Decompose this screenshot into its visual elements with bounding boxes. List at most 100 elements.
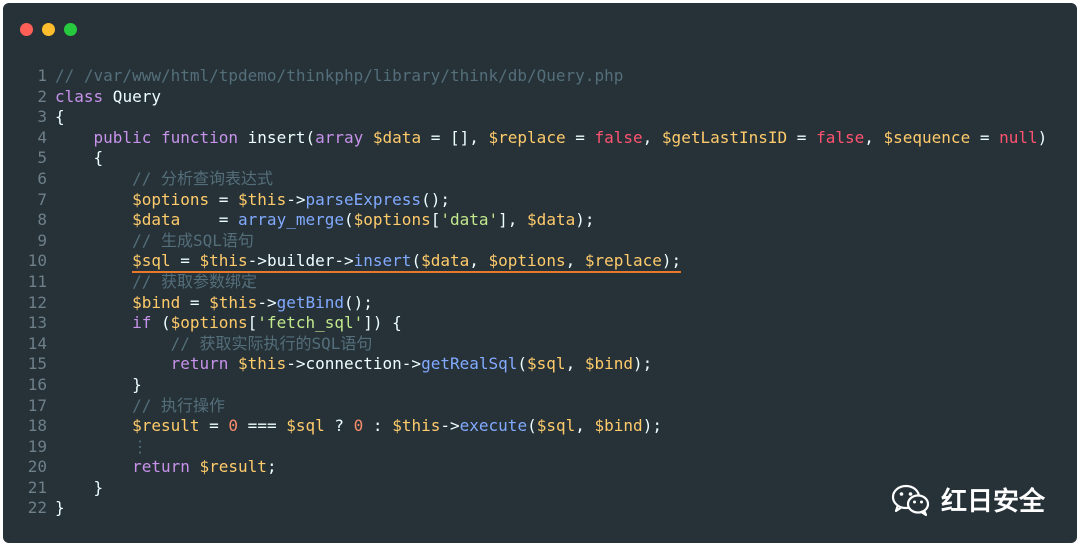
- wechat-icon: [891, 484, 930, 516]
- line-number: 2: [37, 86, 47, 106]
- line-source: }: [55, 477, 104, 499]
- code-token: ,: [642, 127, 662, 147]
- line-number: 10: [27, 251, 47, 271]
- code-token: =: [180, 292, 210, 312]
- code-token: builder: [266, 251, 335, 271]
- code-token: if: [132, 313, 152, 333]
- code-token: ]) {: [363, 313, 402, 333]
- line-number: 17: [27, 395, 47, 415]
- code-token: $sql: [286, 416, 325, 436]
- code-token: }: [55, 498, 65, 518]
- code-token: false: [594, 127, 643, 147]
- code-token: getRealSql: [421, 354, 518, 374]
- code-token: $data: [421, 251, 470, 271]
- code-token: array_merge: [238, 210, 344, 230]
- code-token: }: [55, 477, 104, 497]
- minimize-dot-icon[interactable]: [42, 23, 55, 36]
- watermark: 红日安全: [891, 481, 1045, 518]
- code-token: false: [816, 127, 865, 147]
- line-number: 6: [37, 168, 47, 188]
- code-line: 3{: [3, 107, 1077, 128]
- line-number: 11: [27, 271, 47, 291]
- code-token: // 生成SQL语句: [132, 230, 254, 250]
- code-token: ===: [238, 416, 287, 436]
- code-token: return: [170, 354, 229, 374]
- code-token: $this: [392, 416, 441, 436]
- line-source: return $result;: [55, 457, 277, 478]
- code-line: 19 ⋮: [3, 437, 1077, 458]
- code-token: ->: [286, 354, 306, 374]
- line-source: // /var/www/html/tpdemo/thinkphp/library…: [55, 66, 623, 87]
- code-token: (: [344, 210, 354, 230]
- code-token: );: [642, 416, 662, 436]
- line-number: 20: [27, 457, 47, 477]
- code-token: $bind: [594, 416, 643, 436]
- window-controls: [20, 23, 77, 36]
- code-token: $sql: [527, 354, 566, 374]
- code-token: $getLastInsID: [661, 127, 788, 147]
- code-token: // 获取实际执行的SQL语句: [170, 333, 373, 353]
- close-dot-icon[interactable]: [20, 23, 33, 36]
- line-number: 22: [27, 498, 47, 518]
- code-token: $options: [170, 313, 248, 333]
- code-window: 1 // /var/www/html/tpdemo/thinkphp/librar…: [3, 3, 1077, 543]
- line-number: 21: [27, 477, 47, 497]
- code-token: =: [199, 416, 229, 436]
- code-token: $this: [199, 251, 248, 271]
- code-token: function: [160, 127, 239, 147]
- code-line: 13 if ($options['fetch_sql']) {: [3, 313, 1077, 334]
- code-token: array: [315, 127, 364, 147]
- code-token: ,: [864, 127, 884, 147]
- code-token: $bind: [132, 292, 181, 312]
- code-line: 16 }: [3, 375, 1077, 396]
- code-token: // /var/www/html/tpdemo/thinkphp/library…: [55, 66, 624, 85]
- line-source: class Query: [55, 87, 161, 108]
- code-token: 0: [353, 416, 364, 436]
- code-token: =: [170, 251, 200, 271]
- code-token: Query: [103, 86, 161, 106]
- code-token: // 获取参数绑定: [132, 271, 257, 291]
- zoom-dot-icon[interactable]: [64, 23, 77, 36]
- code-token: $sql: [536, 416, 576, 436]
- code-token: $replace: [584, 251, 662, 271]
- code-token: ->: [401, 354, 422, 374]
- code-token: $result: [199, 457, 267, 477]
- code-line: 15 return $this->connection->getRealSql(…: [3, 354, 1077, 375]
- line-source: ⋮: [55, 437, 148, 458]
- code-token: 0: [228, 416, 239, 436]
- code-token: 'fetch_sql': [257, 313, 364, 333]
- code-token: class: [55, 86, 104, 106]
- line-source: public function insert(array $data = [],…: [55, 127, 1048, 149]
- code-token: $data: [132, 210, 181, 230]
- line-number: 13: [27, 313, 47, 333]
- code-token: connection: [305, 354, 402, 374]
- code-line: 14 // 获取实际执行的SQL语句: [3, 334, 1077, 355]
- code-line: 7 $options = $this->parseExpress();: [3, 190, 1077, 211]
- code-token: $result: [132, 416, 200, 436]
- code-token: ,: [575, 416, 595, 436]
- code-line: 10 $sql = $this->builder->insert($data, …: [3, 251, 1077, 274]
- code-line: 20 return $result;: [3, 457, 1077, 478]
- code-token: // 执行操作: [132, 395, 225, 415]
- line-source: // 获取实际执行的SQL语句: [55, 333, 373, 355]
- code-token: ,: [469, 251, 489, 271]
- line-source: // 执行操作: [55, 396, 225, 417]
- code-block: 1 // /var/www/html/tpdemo/thinkphp/librar…: [3, 66, 1077, 519]
- line-number: 5: [37, 148, 47, 168]
- code-line: 5 {: [3, 148, 1077, 169]
- code-token: }: [55, 374, 142, 394]
- code-token: $this: [238, 189, 287, 209]
- line-number: 7: [37, 189, 47, 209]
